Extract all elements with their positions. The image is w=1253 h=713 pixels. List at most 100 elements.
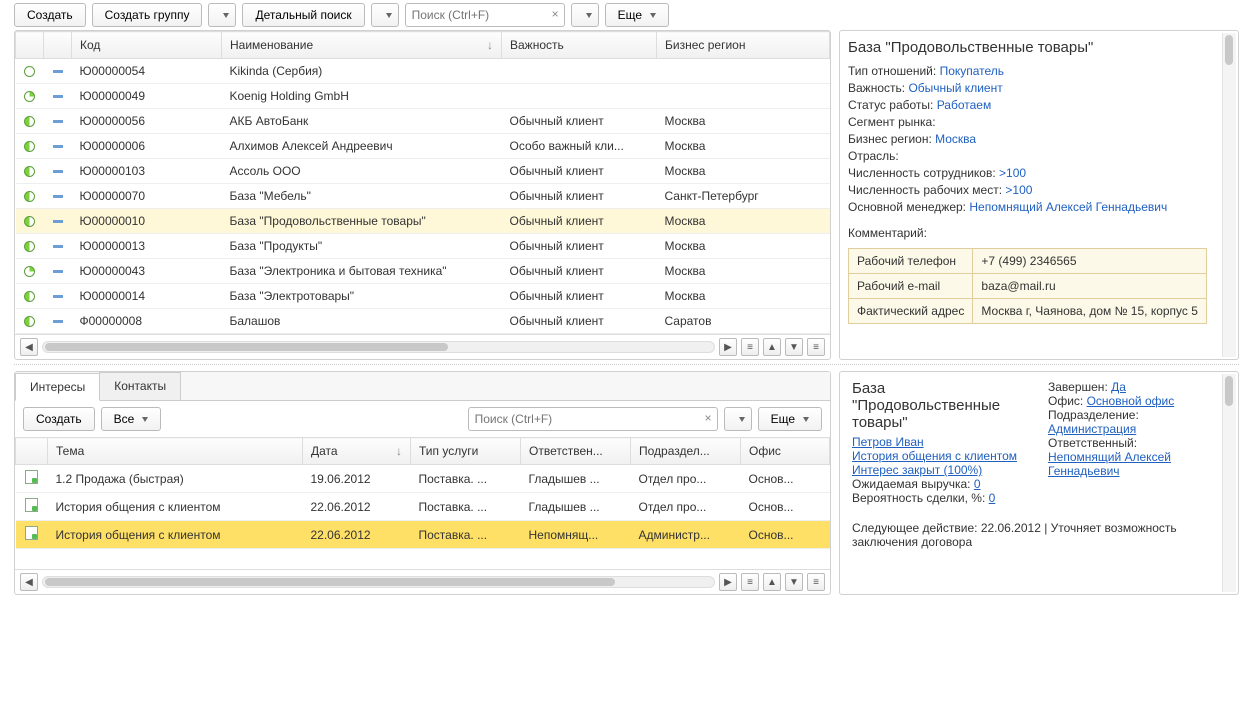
emp-value[interactable]: >100 bbox=[999, 166, 1026, 180]
br-person[interactable]: Петров Иван bbox=[852, 435, 924, 449]
table-row[interactable]: Ф00000008БалашовОбычный клиентСаратов bbox=[16, 309, 830, 334]
status-icon bbox=[24, 241, 35, 252]
br-office-value[interactable]: Основной офис bbox=[1087, 394, 1175, 408]
rel-value[interactable]: Покупатель bbox=[940, 64, 1004, 78]
status-icon bbox=[24, 316, 35, 327]
sub-clear-icon[interactable]: × bbox=[705, 411, 712, 425]
br-dept-value[interactable]: Администрация bbox=[1048, 422, 1136, 436]
br-done-value[interactable]: Да bbox=[1111, 380, 1126, 394]
wstat-value[interactable]: Работаем bbox=[937, 98, 992, 112]
sub-col-header[interactable]: Офис bbox=[741, 438, 830, 465]
main-col-header[interactable]: Важность bbox=[502, 32, 657, 59]
sub-col-header[interactable]: Тип услуги bbox=[411, 438, 521, 465]
tab-interests[interactable]: Интересы bbox=[15, 373, 100, 401]
sub-scroll-right-icon[interactable]: ▶ bbox=[719, 573, 737, 591]
br-rev-value[interactable]: 0 bbox=[974, 477, 981, 491]
main-col-header[interactable]: Код bbox=[72, 32, 222, 59]
table-row[interactable]: Ю00000014База "Электротовары"Обычный кли… bbox=[16, 284, 830, 309]
table-row[interactable]: Ю00000103Ассоль ООООбычный клиентМосква bbox=[16, 159, 830, 184]
sub-nav-last-icon[interactable]: ≡ bbox=[807, 573, 825, 591]
table-row[interactable]: Ю00000054Kikinda (Сербия) bbox=[16, 59, 830, 84]
create-button[interactable]: Создать bbox=[14, 3, 86, 27]
nav-down-icon[interactable]: ▼ bbox=[785, 338, 803, 356]
table-row[interactable]: История общения с клиентом22.06.2012Пост… bbox=[16, 493, 830, 521]
cell-code: Ф00000008 bbox=[72, 309, 222, 334]
sub-hscrollbar[interactable] bbox=[42, 576, 715, 588]
attach-dropdown[interactable] bbox=[371, 3, 399, 27]
wp-label: Численность рабочих мест: bbox=[848, 183, 1002, 197]
hscrollbar[interactable] bbox=[42, 341, 715, 353]
tab-contacts[interactable]: Контакты bbox=[99, 372, 181, 400]
status-icon bbox=[24, 266, 35, 277]
sub-col-header[interactable]: Тема bbox=[48, 438, 303, 465]
table-row[interactable]: 1.2 Продажа (быстрая)19.06.2012Поставка.… bbox=[16, 465, 830, 493]
table-row[interactable]: Ю00000056АКБ АвтоБанкОбычный клиентМоскв… bbox=[16, 109, 830, 134]
cell-name: Балашов bbox=[222, 309, 502, 334]
cell-importance bbox=[502, 84, 657, 109]
sub-search-input[interactable] bbox=[468, 407, 718, 431]
search-dropdown[interactable] bbox=[571, 3, 599, 27]
br-history[interactable]: История общения с клиентом bbox=[852, 449, 1017, 463]
create-group-button[interactable]: Создать группу bbox=[92, 3, 203, 27]
cell-importance: Обычный клиент bbox=[502, 109, 657, 134]
sub-toolbar: Создать Все × Еще bbox=[15, 401, 830, 437]
main-table: КодНаименование↓ВажностьБизнес регион Ю0… bbox=[15, 31, 830, 334]
br-resp-value[interactable]: Непомнящий Алексей Геннадьевич bbox=[1048, 450, 1171, 478]
table-row[interactable]: Ю00000070База "Мебель"Обычный клиентСанк… bbox=[16, 184, 830, 209]
sub-search-dropdown[interactable] bbox=[724, 407, 752, 431]
br-next-label: Следующее действие: bbox=[852, 521, 977, 535]
table-row[interactable]: Ю00000006Алхимов Алексей АндреевичОсобо … bbox=[16, 134, 830, 159]
cell-responsible: Гладышев ... bbox=[521, 493, 631, 521]
interest-scrollbar[interactable] bbox=[1222, 374, 1236, 592]
detail-scrollbar[interactable] bbox=[1222, 33, 1236, 357]
sub-nav-down-icon[interactable]: ▼ bbox=[785, 573, 803, 591]
table-row[interactable]: Ю00000010База "Продовольственные товары"… bbox=[16, 209, 830, 234]
table-row[interactable]: Ю00000013База "Продукты"Обычный клиентМо… bbox=[16, 234, 830, 259]
cell-region bbox=[657, 84, 830, 109]
dash-icon bbox=[53, 320, 63, 323]
sub-all-button[interactable]: Все bbox=[101, 407, 162, 431]
search-input[interactable] bbox=[405, 3, 565, 27]
cell-service: Поставка. ... bbox=[411, 521, 521, 549]
table-row[interactable]: Ю00000049Koenig Holding GmbH bbox=[16, 84, 830, 109]
sub-nav-up-icon[interactable]: ▲ bbox=[763, 573, 781, 591]
nav-last-icon[interactable]: ≡ bbox=[807, 338, 825, 356]
sub-col-header[interactable]: Дата↓ bbox=[303, 438, 411, 465]
sub-more-button[interactable]: Еще bbox=[758, 407, 822, 431]
contact-row: Рабочий телефон+7 (499) 2346565 bbox=[849, 249, 1207, 274]
sub-col-header[interactable] bbox=[16, 438, 48, 465]
more-button[interactable]: Еще bbox=[605, 3, 669, 27]
nav-up-icon[interactable]: ▲ bbox=[763, 338, 781, 356]
splitter[interactable] bbox=[14, 364, 1239, 365]
main-col-header[interactable] bbox=[16, 32, 44, 59]
sub-col-header[interactable]: Ответствен... bbox=[521, 438, 631, 465]
sub-nav-first-icon[interactable]: ≡ bbox=[741, 573, 759, 591]
breg-value[interactable]: Москва bbox=[935, 132, 976, 146]
sub-create-button[interactable]: Создать bbox=[23, 407, 95, 431]
table-row[interactable]: Ю00000043База "Электроника и бытовая тех… bbox=[16, 259, 830, 284]
sub-scroll-left-icon[interactable]: ◀ bbox=[20, 573, 38, 591]
scroll-right-icon[interactable]: ▶ bbox=[719, 338, 737, 356]
detail-search-button[interactable]: Детальный поиск bbox=[242, 3, 364, 27]
nav-first-icon[interactable]: ≡ bbox=[741, 338, 759, 356]
scroll-left-icon[interactable]: ◀ bbox=[20, 338, 38, 356]
cell-topic: История общения с клиентом bbox=[48, 521, 303, 549]
cell-name: База "Продовольственные товары" bbox=[222, 209, 502, 234]
cell-importance: Обычный клиент bbox=[502, 159, 657, 184]
mgr-value[interactable]: Непомнящий Алексей Геннадьевич bbox=[969, 200, 1167, 214]
info-dropdown[interactable]: i bbox=[208, 3, 236, 27]
cell-region: Москва bbox=[657, 284, 830, 309]
table-row[interactable]: История общения с клиентом22.06.2012Пост… bbox=[16, 521, 830, 549]
imp-value[interactable]: Обычный клиент bbox=[908, 81, 1002, 95]
sub-col-header[interactable]: Подраздел... bbox=[631, 438, 741, 465]
cell-name: Kikinda (Сербия) bbox=[222, 59, 502, 84]
br-closed[interactable]: Интерес закрыт (100%) bbox=[852, 463, 982, 477]
cell-importance: Обычный клиент bbox=[502, 184, 657, 209]
main-col-header[interactable]: Наименование↓ bbox=[222, 32, 502, 59]
cell-service: Поставка. ... bbox=[411, 465, 521, 493]
main-col-header[interactable] bbox=[44, 32, 72, 59]
br-prob-value[interactable]: 0 bbox=[989, 491, 996, 505]
clear-search-icon[interactable]: × bbox=[552, 7, 559, 21]
main-col-header[interactable]: Бизнес регион bbox=[657, 32, 830, 59]
wp-value[interactable]: >100 bbox=[1005, 183, 1032, 197]
